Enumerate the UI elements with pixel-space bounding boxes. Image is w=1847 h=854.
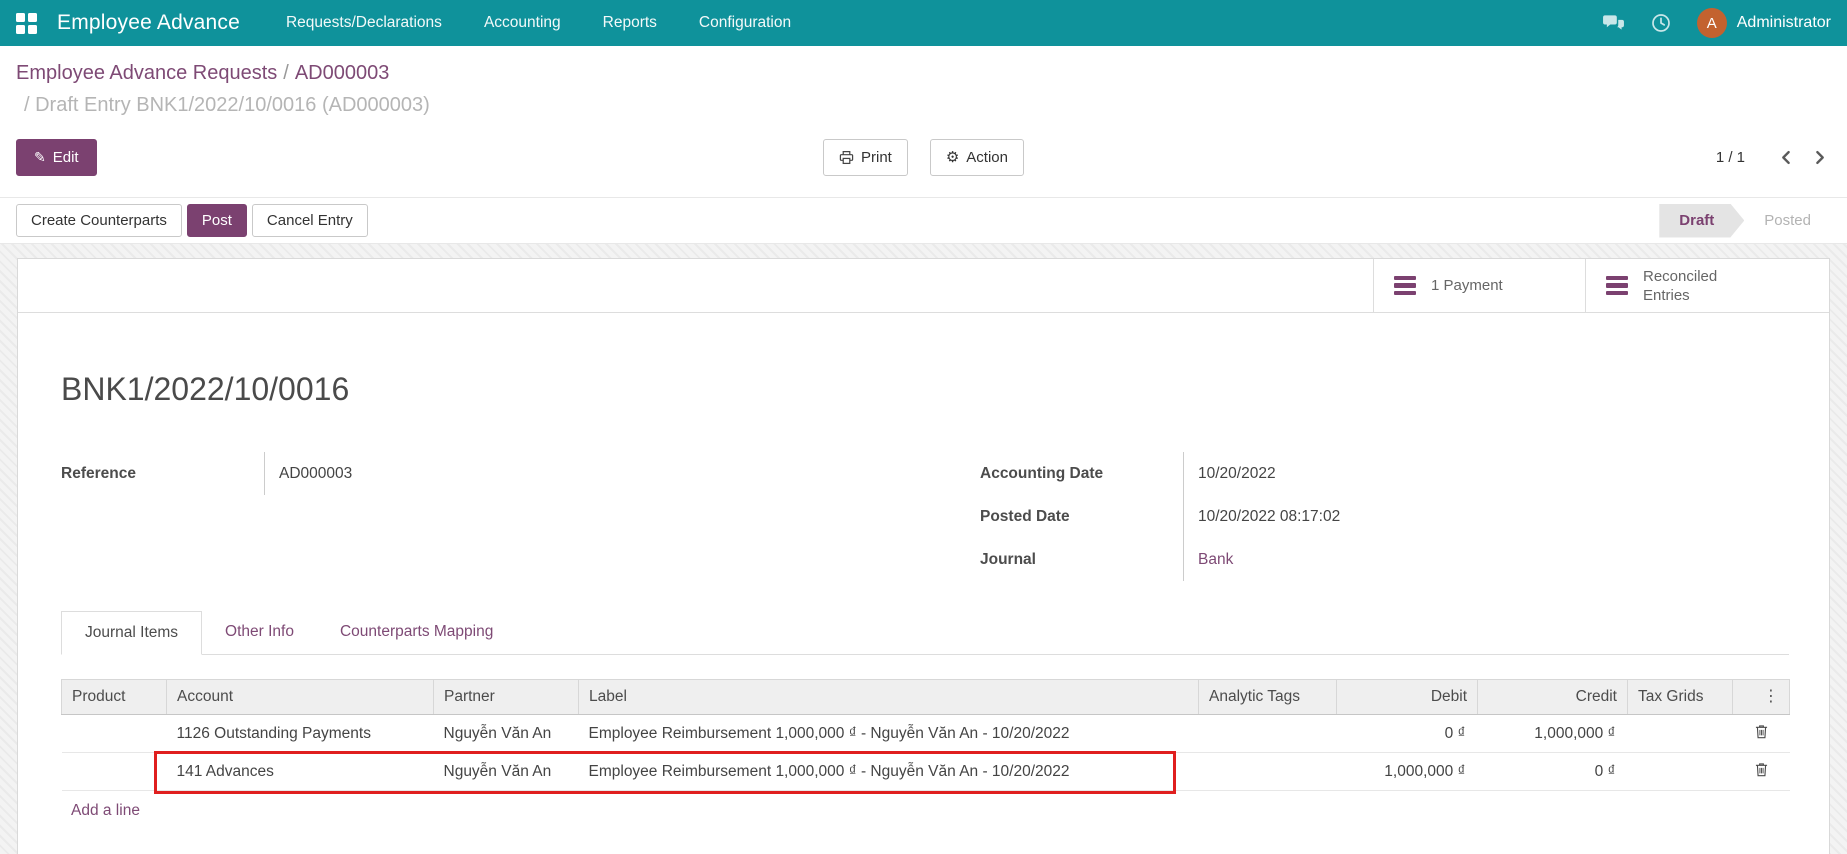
field-value-reference: AD000003	[264, 452, 870, 495]
col-header-product[interactable]: Product	[62, 680, 167, 715]
post-button[interactable]: Post	[187, 204, 247, 237]
app-title: Employee Advance	[57, 11, 240, 35]
col-header-options: ⋮	[1733, 680, 1790, 715]
field-label-accounting-date: Accounting Date	[980, 465, 1183, 483]
field-posted-date: Posted Date 10/20/2022 08:17:02	[980, 495, 1789, 538]
notebook-tabs: Journal Items Other Info Counterparts Ma…	[61, 611, 1789, 655]
apps-menu-icon[interactable]	[16, 13, 37, 34]
content-area: 1 Payment Reconciled Entries BNK1/2022/1…	[0, 244, 1847, 854]
gear-icon: ⚙	[946, 150, 959, 165]
field-label-journal: Journal	[980, 551, 1183, 569]
col-header-analytic-tags[interactable]: Analytic Tags	[1199, 680, 1337, 715]
menu-accounting[interactable]: Accounting	[484, 14, 561, 32]
col-header-account[interactable]: Account	[167, 680, 434, 715]
cell-label: Employee Reimbursement 1,000,000 ₫ - Ngu…	[579, 753, 1199, 791]
action-button[interactable]: ⚙ Action	[930, 139, 1024, 176]
cell-analytic-tags	[1199, 715, 1337, 753]
control-panel: ✎ Edit Print ⚙ Action 1 / 1	[0, 118, 1847, 198]
breadcrumb-separator: /	[283, 62, 289, 84]
col-header-credit[interactable]: Credit	[1478, 680, 1628, 715]
cell-product	[62, 753, 167, 791]
create-counterparts-button[interactable]: Create Counterparts	[16, 204, 182, 237]
cell-account: 141 Advances	[167, 753, 434, 791]
cancel-entry-button[interactable]: Cancel Entry	[252, 204, 368, 237]
table-row-highlighted[interactable]: 141 Advances Nguyễn Văn An Employee Reim…	[62, 753, 1790, 791]
field-journal: Journal Bank	[980, 538, 1789, 581]
field-value-posted-date: 10/20/2022 08:17:02	[1183, 495, 1789, 538]
avatar: A	[1697, 8, 1727, 38]
reconciled-entries-stat-button[interactable]: Reconciled Entries	[1585, 259, 1829, 312]
edit-button[interactable]: ✎ Edit	[16, 139, 97, 176]
cell-credit: 1,000,000 ₫	[1478, 715, 1628, 753]
stat-button-row: 1 Payment Reconciled Entries	[18, 259, 1829, 313]
cell-partner: Nguyễn Văn An	[434, 715, 579, 753]
status-steps: Draft Posted	[1659, 204, 1831, 238]
pager-next-icon[interactable]	[1808, 146, 1831, 169]
printer-icon	[839, 150, 854, 165]
cell-credit: 0 ₫	[1478, 753, 1628, 791]
record-title: BNK1/2022/10/0016	[61, 371, 1789, 408]
tab-counterparts-mapping[interactable]: Counterparts Mapping	[317, 611, 516, 655]
table-header-row: Product Account Partner Label Analytic T…	[62, 680, 1790, 715]
cell-debit: 0 ₫	[1337, 715, 1478, 753]
user-name: Administrator	[1737, 14, 1831, 32]
add-a-line-link[interactable]: Add a line	[61, 791, 140, 820]
print-button[interactable]: Print	[823, 139, 908, 176]
status-step-posted[interactable]: Posted	[1744, 204, 1831, 238]
cell-debit: 1,000,000 ₫	[1337, 753, 1478, 791]
field-group-left: Reference AD000003	[61, 452, 870, 581]
menu-configuration[interactable]: Configuration	[699, 14, 791, 32]
menu-reports[interactable]: Reports	[603, 14, 657, 32]
user-menu[interactable]: A Administrator	[1697, 8, 1831, 38]
delete-row-trash-icon[interactable]	[1755, 724, 1768, 739]
breadcrumb-link-requests[interactable]: Employee Advance Requests	[16, 62, 277, 84]
pencil-icon: ✎	[34, 149, 46, 166]
col-header-label[interactable]: Label	[579, 680, 1199, 715]
breadcrumb: Employee Advance Requests / AD000003 / Dra…	[0, 46, 1847, 118]
column-options-kebab-icon[interactable]: ⋮	[1763, 688, 1779, 706]
cell-label: Employee Reimbursement 1,000,000 ₫ - Ngu…	[579, 715, 1199, 753]
journal-items-table-wrap: Product Account Partner Label Analytic T…	[61, 679, 1789, 820]
cell-partner: Nguyễn Văn An	[434, 753, 579, 791]
topbar-right: A Administrator	[1602, 8, 1831, 38]
delete-row-trash-icon[interactable]	[1755, 762, 1768, 777]
cell-analytic-tags	[1199, 753, 1337, 791]
form-sheet: 1 Payment Reconciled Entries BNK1/2022/1…	[17, 258, 1830, 854]
cell-account: 1126 Outstanding Payments	[167, 715, 434, 753]
payments-stat-button[interactable]: 1 Payment	[1373, 259, 1585, 312]
cell-product	[62, 715, 167, 753]
breadcrumb-link-record[interactable]: AD000003	[295, 62, 390, 84]
col-header-debit[interactable]: Debit	[1337, 680, 1478, 715]
menu-requests-declarations[interactable]: Requests/Declarations	[286, 14, 442, 32]
field-reference: Reference AD000003	[61, 452, 870, 495]
journal-items-table: Product Account Partner Label Analytic T…	[61, 679, 1790, 791]
pager-counter: 1 / 1	[1716, 149, 1745, 166]
field-accounting-date: Accounting Date 10/20/2022	[980, 452, 1789, 495]
col-header-tax-grids[interactable]: Tax Grids	[1628, 680, 1733, 715]
field-label-reference: Reference	[61, 465, 264, 483]
main-menu: Requests/Declarations Accounting Reports…	[286, 14, 791, 32]
pager-previous-icon[interactable]	[1775, 146, 1798, 169]
field-groups: Reference AD000003 Accounting Date 10/20…	[61, 452, 1789, 581]
field-label-posted-date: Posted Date	[980, 508, 1183, 526]
tab-journal-items[interactable]: Journal Items	[61, 611, 202, 655]
messages-icon[interactable]	[1602, 14, 1625, 33]
col-header-partner[interactable]: Partner	[434, 680, 579, 715]
cell-tax-grids	[1628, 753, 1733, 791]
journal-lines-icon	[1606, 276, 1628, 296]
status-step-draft[interactable]: Draft	[1659, 204, 1744, 238]
journal-lines-icon	[1394, 276, 1416, 296]
top-navbar: Employee Advance Requests/Declarations A…	[0, 0, 1847, 46]
field-value-accounting-date: 10/20/2022	[1183, 452, 1789, 495]
field-group-right: Accounting Date 10/20/2022 Posted Date 1…	[980, 452, 1789, 581]
breadcrumb-current-page: / Draft Entry BNK1/2022/10/0016 (AD00000…	[16, 92, 1831, 118]
statusbar: Create Counterparts Post Cancel Entry Dr…	[0, 198, 1847, 244]
activities-clock-icon[interactable]	[1651, 13, 1671, 33]
cell-tax-grids	[1628, 715, 1733, 753]
tab-other-info[interactable]: Other Info	[202, 611, 317, 655]
field-value-journal-link[interactable]: Bank	[1183, 538, 1789, 581]
table-row[interactable]: 1126 Outstanding Payments Nguyễn Văn An …	[62, 715, 1790, 753]
